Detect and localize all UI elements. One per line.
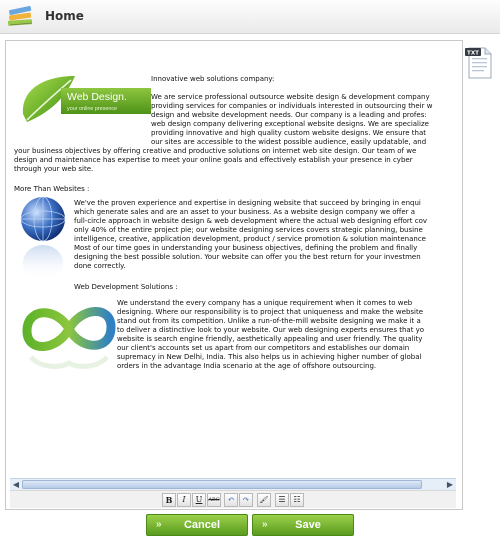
logo-title: Web Design. bbox=[67, 91, 127, 103]
paragraph-line: orders in the advantage India scenario a… bbox=[117, 362, 377, 370]
bullet-list-button[interactable]: ☰ bbox=[275, 493, 289, 507]
txt-label: TXT bbox=[467, 50, 479, 56]
save-button[interactable]: » Save bbox=[252, 514, 354, 536]
page-title: Home bbox=[45, 9, 84, 23]
save-label: Save bbox=[295, 519, 321, 531]
paragraph-line: through your web site. bbox=[14, 165, 94, 173]
paragraph-line: designing the best possible solution. Yo… bbox=[74, 253, 421, 261]
undo-button[interactable]: ↶ bbox=[224, 493, 238, 507]
strikethrough-button[interactable]: ABC bbox=[207, 493, 221, 507]
italic-button[interactable]: I bbox=[177, 493, 191, 507]
header-bar: Home bbox=[0, 0, 500, 34]
web-development-logo bbox=[22, 307, 116, 369]
section2-heading: More Than Websites : bbox=[14, 185, 90, 193]
chevron-right-icon: » bbox=[156, 519, 162, 530]
home-books-icon bbox=[7, 5, 33, 26]
redo-button[interactable]: ↷ bbox=[239, 493, 253, 507]
horizontal-scrollbar[interactable]: ◀ ▶ bbox=[10, 478, 456, 490]
section3-heading: Web Development Solutions : bbox=[74, 283, 178, 291]
numbered-list-button[interactable]: ☷ bbox=[290, 493, 304, 507]
scroll-right-icon[interactable]: ▶ bbox=[445, 480, 455, 490]
rich-text-editor[interactable]: Web Design. your online presence Innovat… bbox=[10, 45, 456, 478]
scrollbar-thumb[interactable] bbox=[22, 480, 422, 489]
text-file-icon[interactable]: TXT bbox=[465, 44, 493, 80]
bold-button[interactable]: B bbox=[162, 493, 176, 507]
cancel-button[interactable]: » Cancel bbox=[146, 514, 248, 536]
scroll-left-icon[interactable]: ◀ bbox=[11, 480, 21, 490]
web-design-logo: Web Design. your online presence bbox=[22, 76, 151, 122]
underline-button[interactable]: U bbox=[192, 493, 206, 507]
paragraph-line: done correctly. bbox=[74, 262, 126, 270]
cancel-label: Cancel bbox=[183, 519, 221, 531]
chevron-right-icon: » bbox=[262, 519, 268, 530]
section1-heading: Innovative web solutions company: bbox=[151, 75, 275, 83]
logo-tagline: your online presence bbox=[67, 106, 117, 112]
clear-format-button[interactable]: 🖌 bbox=[257, 493, 271, 507]
formatting-toolbar: B I U ABC ↶ ↷ 🖌 ☰ ☷ bbox=[10, 490, 456, 508]
globe-image bbox=[20, 196, 66, 281]
